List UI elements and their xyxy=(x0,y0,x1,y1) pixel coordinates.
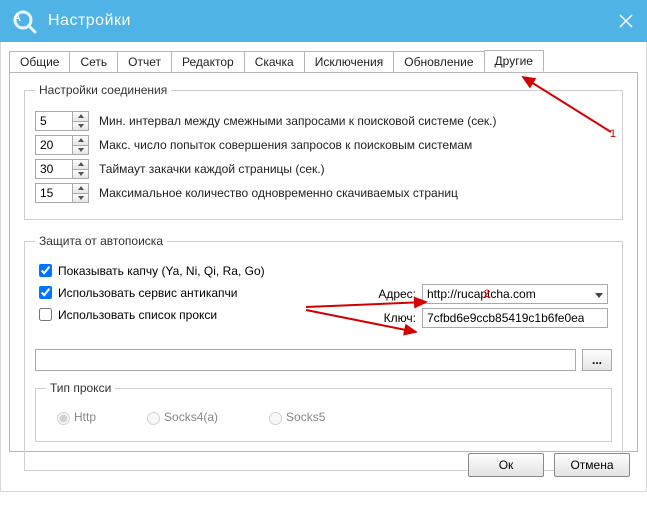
proxy-socks5-option: Socks5 xyxy=(264,409,325,425)
max-attempts-label: Макс. число попыток совершения запросов … xyxy=(99,138,472,152)
spinner-up-icon[interactable] xyxy=(73,136,88,146)
proxy-type-legend: Тип прокси xyxy=(46,381,115,395)
tab-other[interactable]: Другие xyxy=(484,50,544,72)
tab-download[interactable]: Скачка xyxy=(244,51,305,73)
spinner-down-icon[interactable] xyxy=(73,194,88,203)
spinner-up-icon[interactable] xyxy=(73,160,88,170)
tab-general[interactable]: Общие xyxy=(9,51,70,73)
spinner-up-icon[interactable] xyxy=(73,112,88,122)
annotation-2: 2 xyxy=(484,288,490,300)
connection-settings-group: Настройки соединения Мин. интервал между… xyxy=(24,83,623,220)
proxy-type-group: Тип прокси Http Socks4(a) Socks5 xyxy=(35,381,612,442)
proxy-socks4-radio xyxy=(147,412,160,425)
proxy-http-option: Http xyxy=(52,409,96,425)
spinner-down-icon[interactable] xyxy=(73,122,88,131)
key-input[interactable]: 7cfbd6e9ccb85419c1b6fe0ea xyxy=(422,308,608,328)
show-captcha-checkbox[interactable] xyxy=(39,264,52,277)
address-select[interactable]: http://rucaptcha.com xyxy=(422,284,608,304)
min-interval-spinner[interactable] xyxy=(35,111,89,131)
timeout-input[interactable] xyxy=(36,160,72,178)
tab-strip: Общие Сеть Отчет Редактор Скачка Исключе… xyxy=(1,42,646,72)
tab-panel-other: Настройки соединения Мин. интервал между… xyxy=(9,72,638,452)
connection-legend: Настройки соединения xyxy=(35,83,171,97)
window-title: Настройки xyxy=(48,12,131,30)
use-proxy-list-label: Использовать список прокси xyxy=(58,308,217,322)
max-concurrent-input[interactable] xyxy=(36,184,72,202)
key-value: 7cfbd6e9ccb85419c1b6fe0ea xyxy=(427,311,584,325)
spinner-down-icon[interactable] xyxy=(73,170,88,179)
use-anticaptcha-checkbox[interactable] xyxy=(39,286,52,299)
max-attempts-input[interactable] xyxy=(36,136,72,154)
max-concurrent-label: Максимальное количество одновременно ска… xyxy=(99,186,458,200)
cancel-button[interactable]: Отмена xyxy=(554,453,630,477)
use-anticaptcha-label: Использовать сервис антикапчи xyxy=(58,286,237,300)
autosearch-legend: Защита от автопоиска xyxy=(35,234,167,248)
app-icon: A xyxy=(10,7,38,35)
annotation-1: 1 xyxy=(610,128,616,140)
tab-report[interactable]: Отчет xyxy=(117,51,172,73)
timeout-label: Таймаут закачки каждой страницы (сек.) xyxy=(99,162,325,176)
tab-editor[interactable]: Редактор xyxy=(171,51,245,73)
close-button[interactable] xyxy=(605,0,647,42)
autosearch-protection-group: Защита от автопоиска Показывать капчу (Y… xyxy=(24,234,623,471)
titlebar: A Настройки xyxy=(0,0,647,42)
proxy-socks4-option: Socks4(a) xyxy=(142,409,218,425)
show-captcha-label: Показывать капчу (Ya, Ni, Qi, Ra, Go) xyxy=(58,264,265,278)
dialog-body: Общие Сеть Отчет Редактор Скачка Исключе… xyxy=(0,42,647,492)
ok-button[interactable]: Ок xyxy=(468,453,544,477)
max-concurrent-spinner[interactable] xyxy=(35,183,89,203)
proxy-http-radio xyxy=(57,412,70,425)
tab-update[interactable]: Обновление xyxy=(393,51,484,73)
min-interval-label: Мин. интервал между смежными запросами к… xyxy=(99,114,497,128)
proxy-socks5-radio xyxy=(269,412,282,425)
chevron-down-icon xyxy=(595,287,603,301)
address-label: Адрес: xyxy=(368,287,416,301)
close-icon xyxy=(619,14,633,28)
browse-button[interactable]: ... xyxy=(582,349,612,371)
key-label: Ключ: xyxy=(368,311,416,325)
max-attempts-spinner[interactable] xyxy=(35,135,89,155)
use-proxy-list-checkbox[interactable] xyxy=(39,308,52,321)
tab-exclusions[interactable]: Исключения xyxy=(304,51,395,73)
address-value: http://rucaptcha.com xyxy=(427,287,536,301)
spinner-down-icon[interactable] xyxy=(73,146,88,155)
svg-text:A: A xyxy=(13,12,21,24)
spinner-up-icon[interactable] xyxy=(73,184,88,194)
tab-network[interactable]: Сеть xyxy=(69,51,118,73)
timeout-spinner[interactable] xyxy=(35,159,89,179)
proxy-list-path-input[interactable] xyxy=(35,349,576,371)
min-interval-input[interactable] xyxy=(36,112,72,130)
